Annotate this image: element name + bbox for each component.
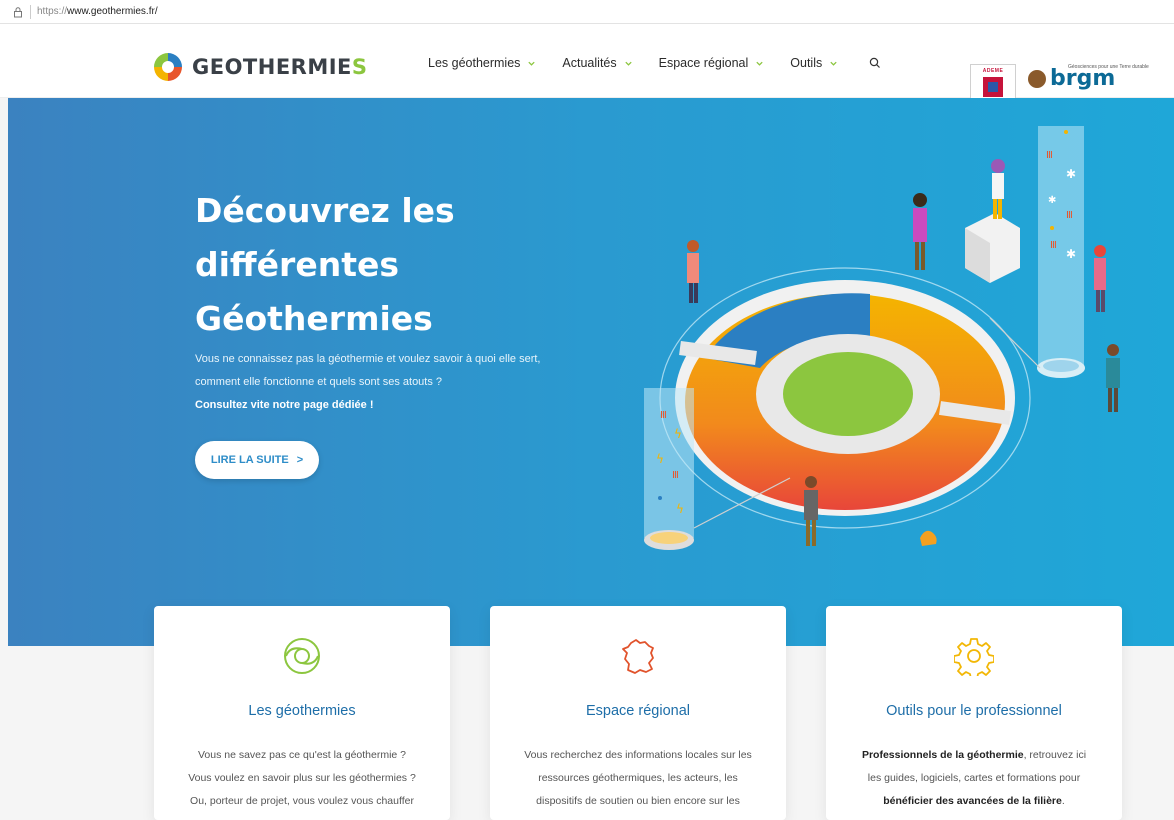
card-title: Les géothermies: [248, 703, 356, 719]
ademe-name: ADEME: [982, 68, 1004, 74]
nav-item-actualites[interactable]: Actualités: [562, 56, 632, 70]
main-nav: Les géothermies Actualités Espace région…: [428, 56, 882, 70]
svg-text:✱: ✱: [1066, 167, 1076, 181]
chevron-down-icon: [830, 61, 837, 66]
site-header: GEOTHERMIES Les géothermies Actualités E…: [0, 24, 1174, 118]
address-bar[interactable]: https:// www.geothermies.fr/: [0, 0, 1174, 24]
search-icon[interactable]: [868, 56, 882, 70]
card-outils[interactable]: Outils pour le professionnel Professionn…: [826, 606, 1122, 820]
geothermal-loop-icon: [284, 638, 320, 674]
url-protocol: https://: [37, 6, 68, 17]
brand-name: GEOTHERMIES: [192, 55, 368, 79]
ademe-emblem-icon: [983, 77, 1003, 97]
nav-label: Espace régional: [658, 56, 749, 70]
site-logo[interactable]: GEOTHERMIES: [152, 51, 368, 83]
geothermies-logo-icon: [154, 53, 182, 81]
card-description: Vous ne savez pas ce qu'est la géothermi…: [188, 749, 416, 807]
card-espace-regional[interactable]: Espace régional Vous recherchez des info…: [490, 606, 786, 820]
svg-text:ϟ: ϟ: [676, 502, 684, 516]
svg-text:Ⅲ: Ⅲ: [660, 410, 667, 421]
card-title: Espace régional: [586, 703, 690, 719]
hero-banner: Découvrez les différentes Géothermies Vo…: [8, 98, 1174, 646]
svg-text:ϟ: ϟ: [656, 452, 664, 466]
brgm-name: brgm: [1050, 66, 1116, 91]
nav-item-geothermies[interactable]: Les géothermies: [428, 56, 536, 70]
card-description: Professionnels de la géothermie, retrouv…: [861, 749, 1087, 807]
france-map-icon: [622, 639, 654, 674]
chevron-down-icon: [528, 61, 536, 66]
hero-title: Découvrez les différentes Géothermies: [195, 191, 455, 338]
url-host: www.geothermies.fr/: [67, 6, 158, 17]
geothermal-illustration: Ⅲ ϟ ϟ Ⅲ ϟ Ⅲ ✱ ✱ Ⅲ Ⅲ ✱: [644, 126, 1120, 550]
address-separator: [30, 4, 31, 19]
chevron-down-icon: [756, 61, 763, 66]
chevron-right-icon: >: [296, 454, 304, 466]
hero-callout: Consultez vite notre page dédiée !: [195, 399, 374, 411]
nav-item-outils[interactable]: Outils: [790, 56, 838, 70]
gear-icon: [954, 638, 994, 676]
nav-label: Outils: [790, 56, 823, 70]
svg-text:ϟ: ϟ: [674, 427, 682, 441]
read-more-label: LIRE LA SUITE: [210, 454, 289, 466]
nav-label: Les géothermies: [428, 56, 521, 70]
svg-text:Ⅲ: Ⅲ: [1066, 210, 1073, 221]
svg-text:Ⅲ: Ⅲ: [672, 470, 679, 481]
card-title: Outils pour le professionnel: [886, 703, 1062, 719]
card-description: Vous recherchez des informations locales…: [524, 749, 752, 807]
card-geothermies[interactable]: Les géothermies Vous ne savez pas ce qu'…: [154, 606, 450, 820]
lock-icon: [12, 6, 24, 18]
svg-text:Ⅲ: Ⅲ: [1050, 240, 1057, 251]
chevron-down-icon: [624, 61, 632, 66]
brgm-tagline: Géosciences pour une Terre durable: [1068, 64, 1149, 70]
svg-text:Ⅲ: Ⅲ: [1046, 150, 1053, 161]
nav-item-espace-regional[interactable]: Espace régional: [659, 56, 765, 70]
svg-text:✱: ✱: [1048, 195, 1056, 206]
hero-description: Vous ne connaissez pas la géothermie et …: [195, 353, 541, 411]
svg-text:✱: ✱: [1066, 247, 1076, 261]
nav-label: Actualités: [562, 56, 617, 70]
brgm-logo[interactable]: brgm Géosciences pour une Terre durable: [1028, 64, 1149, 91]
brgm-emblem-icon: [1028, 70, 1046, 88]
read-more-button[interactable]: LIRE LA SUITE >: [195, 441, 319, 479]
